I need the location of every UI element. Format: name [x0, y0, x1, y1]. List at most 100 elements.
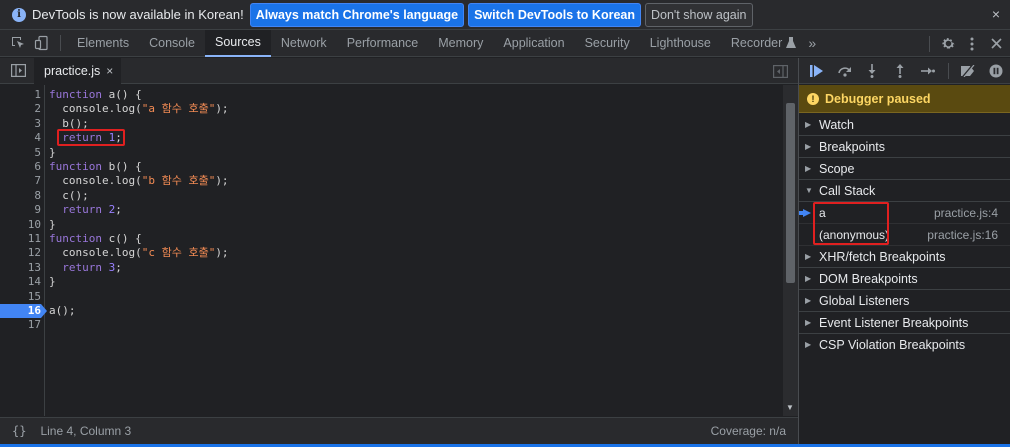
line-number[interactable]: 4	[0, 131, 41, 145]
code-line[interactable]: 9 return 2;	[0, 203, 782, 217]
deactivate-breakpoints-icon[interactable]	[955, 58, 983, 84]
switch-to-korean-button[interactable]: Switch DevTools to Korean	[468, 2, 641, 27]
code-text: console.log("b 함수 호출");	[49, 174, 229, 188]
file-tab-practice-js[interactable]: practice.js ×	[34, 57, 122, 84]
settings-gear-icon[interactable]	[936, 32, 960, 56]
close-devtools-icon[interactable]	[984, 32, 1008, 56]
file-tab-close-icon[interactable]: ×	[106, 64, 113, 78]
flask-icon	[784, 31, 798, 55]
always-match-language-button[interactable]: Always match Chrome's language	[249, 2, 465, 27]
code-line[interactable]: 16 a();	[0, 304, 782, 319]
tab-performance[interactable]: Performance	[337, 30, 429, 57]
line-number[interactable]: 11	[0, 232, 41, 246]
line-number[interactable]: 12	[0, 246, 41, 260]
section-event-listener-breakpoints[interactable]: ▶ Event Listener Breakpoints	[799, 312, 1010, 334]
line-number[interactable]: 3	[0, 117, 41, 131]
line-number[interactable]: 13	[0, 261, 41, 275]
line-number[interactable]: 5	[0, 146, 41, 160]
section-label: Breakpoints	[819, 139, 886, 154]
line-number[interactable]: 7	[0, 174, 41, 188]
scrollbar-thumb[interactable]	[786, 103, 795, 283]
code-line[interactable]: 6 function b() {	[0, 160, 782, 174]
pause-on-exceptions-icon[interactable]	[982, 58, 1010, 84]
tab-recorder[interactable]: Recorder	[721, 30, 784, 57]
dont-show-again-button[interactable]: Don't show again	[644, 2, 753, 27]
line-number[interactable]: 8	[0, 189, 41, 203]
code-line[interactable]: 5}	[0, 146, 782, 160]
scroll-down-arrow-icon[interactable]: ▼	[786, 403, 794, 412]
tab-network[interactable]: Network	[271, 30, 337, 57]
collapsed-arrow-icon: ▶	[805, 142, 812, 151]
coverage-status[interactable]: Coverage: n/a	[711, 424, 786, 438]
section-dom-breakpoints[interactable]: ▶ DOM Breakpoints	[799, 268, 1010, 290]
toolbar-divider	[947, 62, 949, 79]
code-text: }	[49, 217, 56, 231]
frame-location[interactable]: practice.js:4	[934, 206, 998, 220]
line-number[interactable]: 16	[0, 304, 41, 318]
section-label: Event Listener Breakpoints	[819, 315, 969, 330]
tab-memory[interactable]: Memory	[428, 30, 493, 57]
section-scope[interactable]: ▶ Scope	[799, 158, 1010, 180]
line-number[interactable]: 1	[0, 88, 41, 102]
collapsed-arrow-icon: ▶	[805, 252, 812, 261]
code-text: }	[49, 275, 56, 289]
line-number[interactable]: 2	[0, 102, 41, 116]
cursor-position: Line 4, Column 3	[40, 424, 132, 438]
tab-elements[interactable]: Elements	[67, 30, 139, 57]
section-breakpoints[interactable]: ▶ Breakpoints	[799, 136, 1010, 158]
toggle-navigator-icon[interactable]	[6, 59, 30, 83]
section-watch[interactable]: ▶ Watch	[799, 114, 1010, 136]
code-line[interactable]: 1 function a() {	[0, 88, 782, 102]
section-xhr-breakpoints[interactable]: ▶ XHR/fetch Breakpoints	[799, 246, 1010, 268]
tab-sources[interactable]: Sources	[204, 29, 271, 57]
annotation-box-return	[57, 129, 125, 146]
section-csp-violation-breakpoints[interactable]: ▶ CSP Violation Breakpoints	[799, 334, 1010, 356]
code-line[interactable]: 11 function c() {	[0, 232, 782, 246]
tab-application[interactable]: Application	[493, 30, 574, 57]
editor-status-bar: {} Line 4, Column 3 Coverage: n/a	[0, 417, 798, 444]
infobar-close-icon[interactable]: ×	[988, 6, 1004, 22]
collapsed-arrow-icon: ▶	[805, 296, 812, 305]
step-out-icon[interactable]	[886, 58, 914, 84]
section-call-stack[interactable]: ▼ Call Stack	[799, 180, 1010, 202]
resume-icon[interactable]	[803, 58, 831, 84]
more-tabs-icon[interactable]: »	[798, 30, 826, 57]
code-line[interactable]: 17	[0, 318, 782, 332]
code-line[interactable]: 15	[0, 290, 782, 304]
pretty-print-icon[interactable]: {}	[12, 424, 26, 438]
tab-console[interactable]: Console	[139, 30, 205, 57]
tab-lighthouse[interactable]: Lighthouse	[640, 30, 721, 57]
tab-security[interactable]: Security	[575, 30, 640, 57]
code-editor[interactable]: 1 function a() {2 console.log("a 함수 호출");…	[0, 85, 798, 416]
code-line[interactable]: 10}	[0, 218, 782, 232]
line-number[interactable]: 9	[0, 203, 41, 217]
code-line[interactable]: 2 console.log("a 함수 호출");	[0, 102, 782, 116]
step-into-icon[interactable]	[858, 58, 886, 84]
warning-icon: !	[807, 92, 819, 105]
code-line[interactable]: 13 return 3;	[0, 261, 782, 275]
line-number[interactable]: 14	[0, 275, 41, 289]
line-number[interactable]: 10	[0, 218, 41, 232]
toggle-debugger-icon[interactable]	[768, 59, 792, 83]
section-label: Global Listeners	[819, 293, 910, 308]
line-number[interactable]: 6	[0, 160, 41, 174]
device-toolbar-icon[interactable]	[30, 31, 54, 55]
editor-scrollbar[interactable]: ▼	[783, 85, 798, 416]
line-number[interactable]: 17	[0, 318, 41, 332]
code-line[interactable]: 8 c();	[0, 189, 782, 203]
code-text: function b() {	[49, 160, 142, 173]
inspect-element-icon[interactable]	[6, 31, 30, 55]
more-options-icon[interactable]	[960, 32, 984, 56]
code-text: c();	[49, 188, 89, 202]
debugger-paused-label: Debugger paused	[825, 91, 931, 106]
step-icon[interactable]	[914, 58, 942, 84]
line-number[interactable]: 15	[0, 290, 41, 304]
section-label: DOM Breakpoints	[819, 271, 918, 286]
language-infobar: i DevTools is now available in Korean! A…	[0, 0, 1010, 30]
step-over-icon[interactable]	[831, 58, 859, 84]
section-global-listeners[interactable]: ▶ Global Listeners	[799, 290, 1010, 312]
code-line[interactable]: 12 console.log("c 함수 호출");	[0, 246, 782, 260]
code-line[interactable]: 14}	[0, 275, 782, 289]
frame-location[interactable]: practice.js:16	[927, 228, 998, 242]
code-line[interactable]: 7 console.log("b 함수 호출");	[0, 174, 782, 188]
